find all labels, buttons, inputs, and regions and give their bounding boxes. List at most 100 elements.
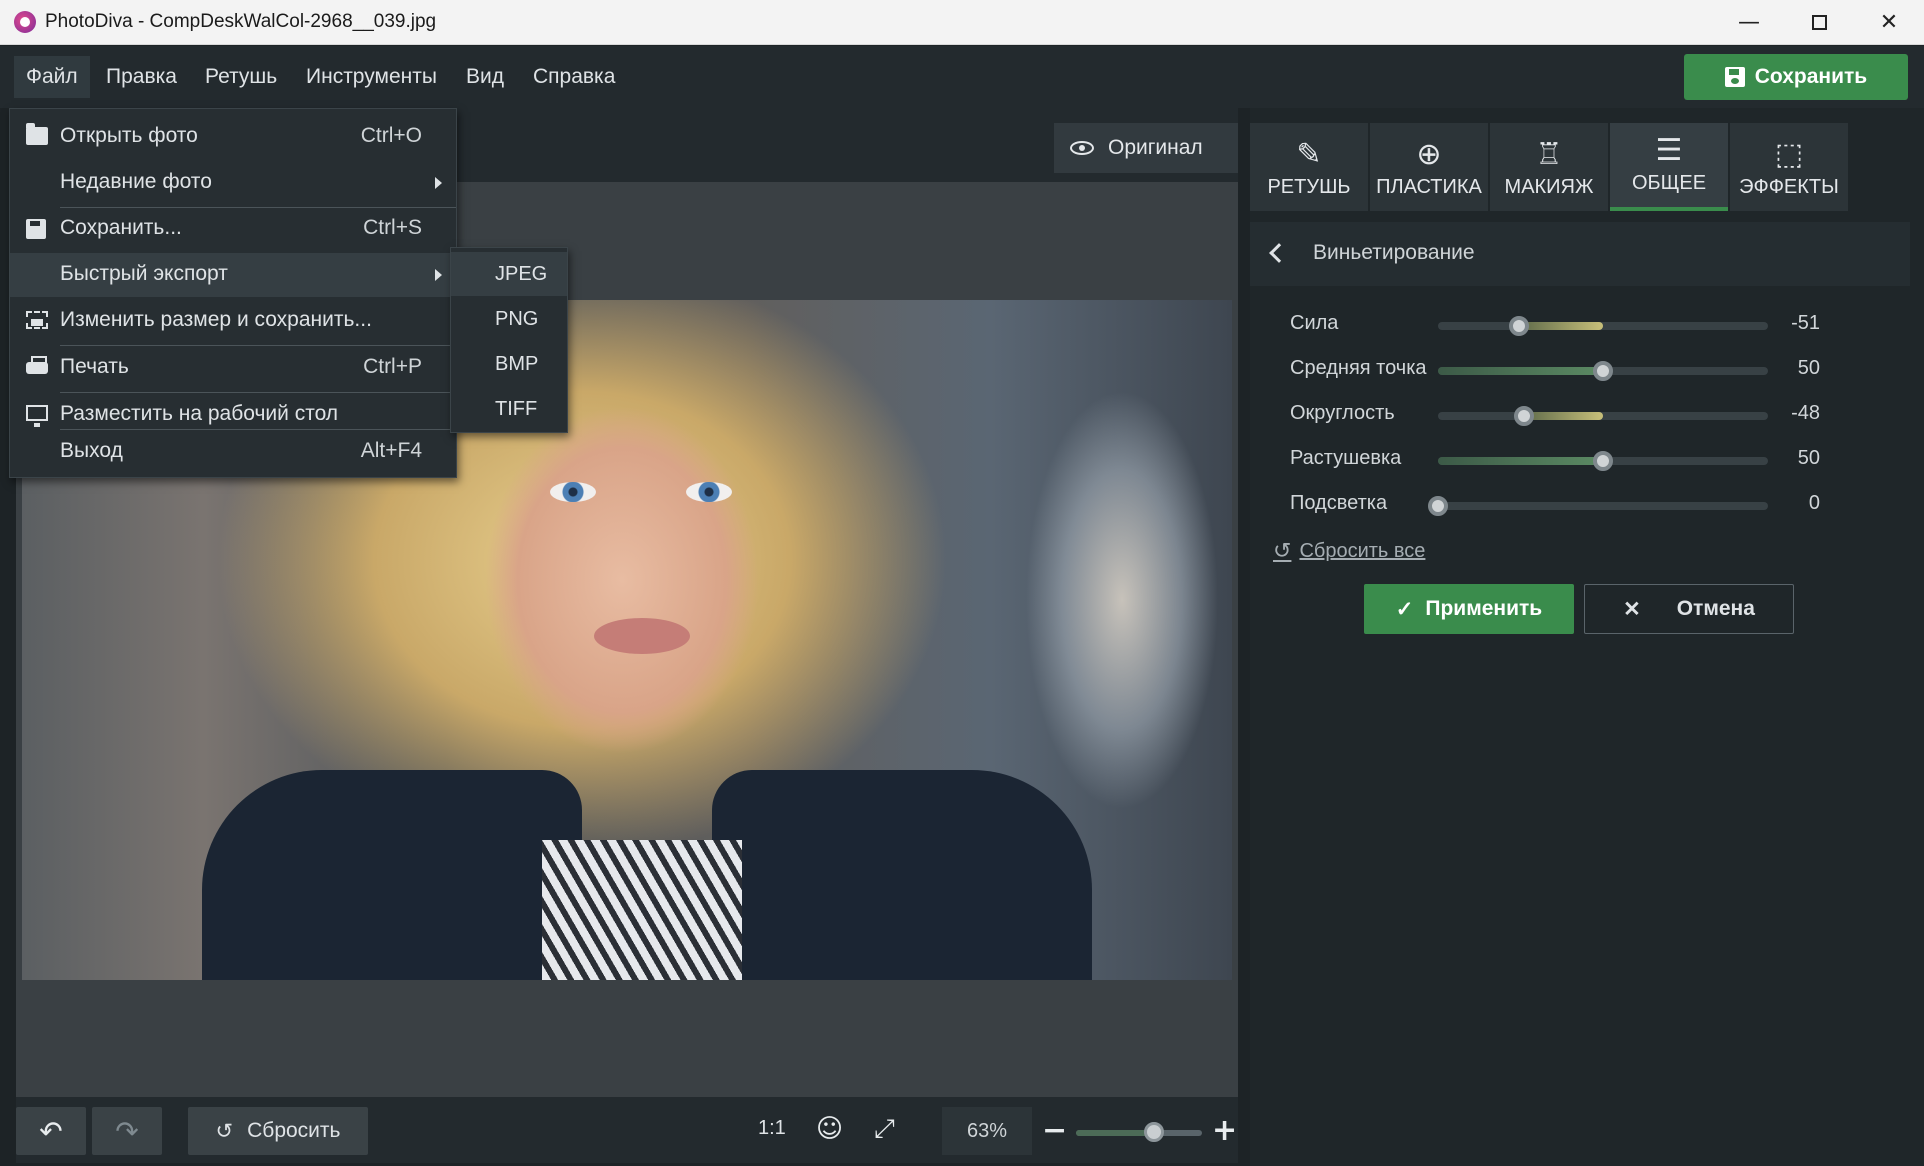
- save-button-label: Сохранить: [1754, 65, 1868, 88]
- tab-label: ОБЩЕЕ: [1631, 172, 1707, 194]
- slider-thumb[interactable]: [1593, 451, 1613, 471]
- original-button[interactable]: Оригинал: [1054, 123, 1238, 173]
- cancel-button[interactable]: ✕ Отмена: [1584, 584, 1794, 634]
- tab-retouch[interactable]: ✎ РЕТУШЬ: [1250, 123, 1368, 211]
- liquify-icon: ⊕: [1416, 138, 1442, 171]
- export-png[interactable]: PNG: [451, 297, 567, 341]
- slider-thumb[interactable]: [1593, 361, 1613, 381]
- slider-label: Растушевка: [1290, 447, 1402, 469]
- apply-button[interactable]: ✓ Применить: [1364, 584, 1574, 634]
- save-icon: [26, 219, 46, 239]
- slider-track[interactable]: [1438, 502, 1768, 510]
- menu-item-resize-save[interactable]: Изменить размер и сохранить...: [10, 299, 456, 343]
- undo-icon: ↶: [39, 1115, 63, 1147]
- tab-makeup[interactable]: ♖ МАКИЯЖ: [1490, 123, 1608, 211]
- slider-value: 0: [1808, 492, 1820, 514]
- menu-item-shortcut: Ctrl+O: [360, 124, 422, 147]
- tab-effects[interactable]: ⬚ ЭФФЕКТЫ: [1730, 123, 1848, 211]
- tab-label: ЭФФЕКТЫ: [1739, 176, 1839, 198]
- maximize-button[interactable]: [1784, 0, 1854, 45]
- slider-label: Сила: [1290, 312, 1339, 334]
- slider-fill: [1438, 367, 1603, 375]
- slider-thumb[interactable]: [1508, 316, 1529, 336]
- export-bmp[interactable]: BMP: [451, 342, 567, 386]
- slider-label: Подсветка: [1290, 492, 1388, 514]
- menu-item-label: Быстрый экспорт: [60, 262, 228, 285]
- export-jpeg[interactable]: JPEG: [451, 252, 567, 296]
- menu-help[interactable]: Справка: [521, 56, 627, 98]
- minimize-button[interactable]: —: [1714, 0, 1784, 45]
- tab-general[interactable]: ☰ ОБЩЕЕ: [1610, 123, 1728, 211]
- photo-region: [542, 840, 742, 980]
- menu-tools[interactable]: Инструменты: [294, 56, 449, 98]
- reset-all-link[interactable]: ↺ Сбросить все: [1273, 538, 1425, 564]
- reset-all-label: Сбросить все: [1299, 539, 1426, 562]
- maximize-icon: [1811, 15, 1827, 30]
- zoom-slider-thumb[interactable]: [1144, 1122, 1165, 1142]
- photo-region: [550, 482, 596, 502]
- submenu-arrow-icon: [435, 177, 442, 189]
- zoom-slider-track[interactable]: [1076, 1130, 1202, 1136]
- makeup-icon: ♖: [1535, 138, 1563, 171]
- effects-icon: ⬚: [1774, 138, 1804, 171]
- slider-thumb[interactable]: [1513, 406, 1534, 426]
- quick-export-submenu: JPEG PNG BMP TIFF: [450, 247, 568, 433]
- slider-value: 50: [1797, 357, 1820, 379]
- slider-track[interactable]: [1438, 412, 1768, 420]
- minimize-icon: —: [1738, 10, 1760, 35]
- zoom-out-button[interactable]: −: [1042, 1113, 1067, 1148]
- menu-item-label: Разместить на рабочий стол: [60, 402, 339, 425]
- reset-button[interactable]: ↺ Сбросить: [188, 1107, 368, 1155]
- redo-icon: ↷: [115, 1115, 139, 1147]
- menu-file[interactable]: Файл: [14, 56, 90, 98]
- zoom-in-button[interactable]: +: [1212, 1113, 1237, 1148]
- face-detect-icon[interactable]: ☺: [816, 1114, 843, 1144]
- menu-retouch[interactable]: Ретушь: [193, 56, 289, 98]
- sliders-icon: ☰: [1655, 134, 1683, 167]
- folder-icon: [26, 123, 48, 145]
- apply-label: Применить: [1425, 597, 1543, 620]
- undo-button[interactable]: ↶: [16, 1107, 86, 1155]
- cancel-label: Отмена: [1676, 597, 1755, 620]
- file-menu-dropdown: Открыть фото Ctrl+O Недавние фото Сохран…: [9, 108, 457, 478]
- slider-track[interactable]: [1438, 322, 1768, 330]
- photo-region: [594, 618, 690, 654]
- menu-item-recent-photos[interactable]: Недавние фото: [10, 161, 456, 205]
- eye-icon: [1070, 141, 1094, 155]
- slider-thumb[interactable]: [1428, 496, 1448, 516]
- menu-item-label: Сохранить...: [60, 216, 182, 239]
- menu-item-shortcut: Ctrl+P: [363, 355, 422, 378]
- zoom-value[interactable]: 63%: [942, 1107, 1032, 1155]
- close-icon: ✕: [1623, 597, 1641, 621]
- photo-region: [712, 770, 1092, 980]
- menu-item-label: Изменить размер и сохранить...: [60, 308, 372, 331]
- slider-fill: [1523, 412, 1603, 420]
- tab-label: РЕТУШЬ: [1267, 176, 1351, 198]
- desktop-icon: [26, 405, 48, 427]
- photo-region: [686, 482, 732, 502]
- export-tiff[interactable]: TIFF: [451, 387, 567, 431]
- menu-item-save[interactable]: Сохранить... Ctrl+S: [10, 207, 456, 251]
- photo-region: [202, 770, 582, 980]
- menu-edit[interactable]: Правка: [94, 56, 189, 98]
- menu-item-exit[interactable]: Выход Alt+F4: [10, 430, 456, 474]
- menu-view[interactable]: Вид: [454, 56, 516, 98]
- reset-label: Сбросить: [247, 1119, 341, 1142]
- menu-item-label: Печать: [60, 355, 129, 378]
- slider-value: 50: [1797, 447, 1820, 469]
- save-button[interactable]: Сохранить: [1684, 54, 1908, 100]
- reset-icon: ↺: [215, 1119, 234, 1143]
- menu-bar: Файл Правка Ретушь Инструменты Вид Справ…: [0, 46, 1924, 108]
- redo-button[interactable]: ↷: [92, 1107, 162, 1155]
- tab-liquify[interactable]: ⊕ ПЛАСТИКА: [1370, 123, 1488, 211]
- slider-value: -51: [1791, 312, 1820, 334]
- actual-size-button[interactable]: 1:1: [758, 1117, 786, 1140]
- retouch-icon: ✎: [1296, 138, 1322, 171]
- close-button[interactable]: ✕: [1854, 0, 1924, 45]
- menu-item-print[interactable]: Печать Ctrl+P: [10, 346, 456, 390]
- menu-item-open-photo[interactable]: Открыть фото Ctrl+O: [10, 115, 456, 159]
- menu-item-quick-export[interactable]: Быстрый экспорт: [10, 253, 456, 297]
- fit-screen-icon[interactable]: ⤢: [874, 1114, 895, 1145]
- submenu-arrow-icon: [435, 269, 442, 281]
- menu-item-shortcut: Ctrl+S: [363, 216, 422, 239]
